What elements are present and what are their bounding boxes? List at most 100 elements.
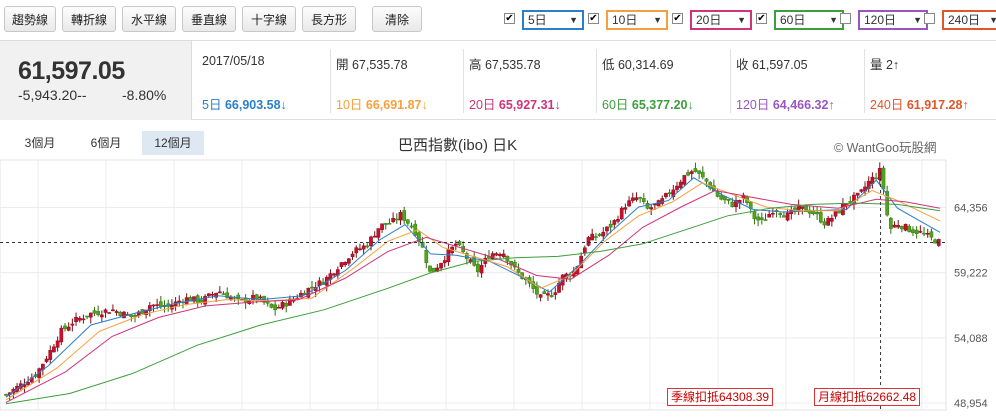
candle-body — [350, 253, 355, 257]
candle-body — [535, 285, 539, 295]
candle-body — [479, 264, 484, 274]
candle-body — [442, 260, 447, 264]
candle-body — [55, 340, 60, 348]
candle-body — [682, 175, 687, 185]
quarter-line-marker: 季線扣抵64308.39 — [667, 388, 774, 406]
candle-body — [815, 211, 819, 215]
candle-body — [719, 195, 724, 200]
candle-body — [667, 192, 672, 195]
candle-body — [855, 192, 860, 196]
candle-body — [70, 323, 75, 326]
candle-body — [693, 168, 698, 173]
candle-body — [369, 236, 373, 247]
candle-body — [641, 198, 646, 202]
candle-body — [911, 229, 915, 233]
candle-body — [605, 226, 609, 232]
candlestick-chart[interactable]: 64,356 59,222 54,088 48,954 — [0, 0, 996, 420]
candle-body — [818, 212, 823, 223]
candle-body — [582, 247, 587, 254]
candle-body — [501, 253, 506, 258]
candle-body — [129, 314, 134, 318]
candle-body — [96, 311, 101, 316]
candle-body — [413, 223, 418, 236]
candle-body — [151, 304, 156, 307]
candle-body — [332, 273, 336, 276]
candle-body — [88, 312, 93, 318]
candle-body — [686, 172, 690, 176]
candle-body — [74, 317, 78, 322]
candle-body — [229, 297, 233, 300]
candle-body — [826, 218, 831, 226]
candle-body — [310, 286, 314, 289]
candle-body — [771, 213, 775, 215]
candle-body — [700, 171, 705, 178]
candle-body — [800, 206, 805, 209]
candle-body — [122, 311, 126, 319]
candle-body — [516, 269, 521, 273]
candle-body — [273, 304, 277, 310]
candle-body — [925, 233, 930, 235]
candle-body — [358, 248, 362, 250]
candle-body — [387, 223, 392, 225]
candle-body — [52, 346, 56, 353]
candle-body — [756, 216, 760, 221]
candle-body — [158, 301, 163, 307]
candle-body — [391, 218, 395, 222]
candle-body — [833, 211, 838, 217]
candle-body — [453, 243, 458, 246]
candle-body — [627, 200, 631, 207]
candle-body — [343, 262, 348, 266]
candle-body — [376, 228, 381, 238]
candle-body — [612, 220, 617, 225]
candle-body — [217, 291, 222, 294]
candle-body — [697, 170, 701, 174]
candle-body — [689, 171, 694, 174]
candle-body — [759, 217, 764, 220]
candle-body — [118, 312, 123, 316]
candle-body — [398, 212, 403, 221]
candle-body — [354, 247, 359, 254]
candle-body — [730, 201, 735, 207]
candle-body — [678, 181, 683, 188]
candle-body — [649, 207, 654, 210]
candle-body — [210, 294, 215, 296]
candle-body — [402, 210, 407, 221]
candle-body — [922, 232, 926, 235]
candle-body — [155, 304, 160, 306]
candle-body — [619, 207, 624, 220]
candle-body — [81, 318, 86, 321]
candle-body — [276, 307, 281, 309]
candle-body — [4, 394, 8, 396]
month-line-marker: 月線扣抵62662.48 — [814, 388, 921, 406]
plot-area — [0, 159, 947, 411]
y-tick-label: 64,356 — [954, 203, 988, 215]
candle-body — [476, 263, 480, 273]
candle-body — [365, 245, 370, 248]
candle-body — [457, 241, 462, 246]
candle-body — [59, 327, 64, 343]
candle-body — [284, 303, 289, 307]
candle-body — [85, 315, 89, 318]
candle-body — [383, 223, 388, 225]
candle-body — [553, 292, 558, 295]
candle-body — [409, 225, 414, 228]
candle-body — [848, 201, 853, 203]
candle-body — [675, 185, 679, 190]
candle-body — [424, 250, 429, 264]
candle-body — [498, 254, 502, 256]
candle-body — [830, 217, 834, 222]
candle-body — [428, 265, 432, 272]
candle-body — [782, 215, 786, 218]
candle-body — [590, 233, 595, 241]
candle-body — [546, 293, 550, 296]
candle-body — [280, 302, 285, 309]
candle-body — [638, 197, 642, 199]
candle-body — [892, 224, 897, 228]
candle-body — [914, 229, 919, 234]
candle-body — [206, 293, 211, 297]
candle-body — [874, 177, 878, 180]
candle-body — [394, 218, 399, 221]
candle-body — [339, 262, 344, 268]
candle-body — [549, 295, 554, 298]
candle-body — [380, 223, 384, 230]
